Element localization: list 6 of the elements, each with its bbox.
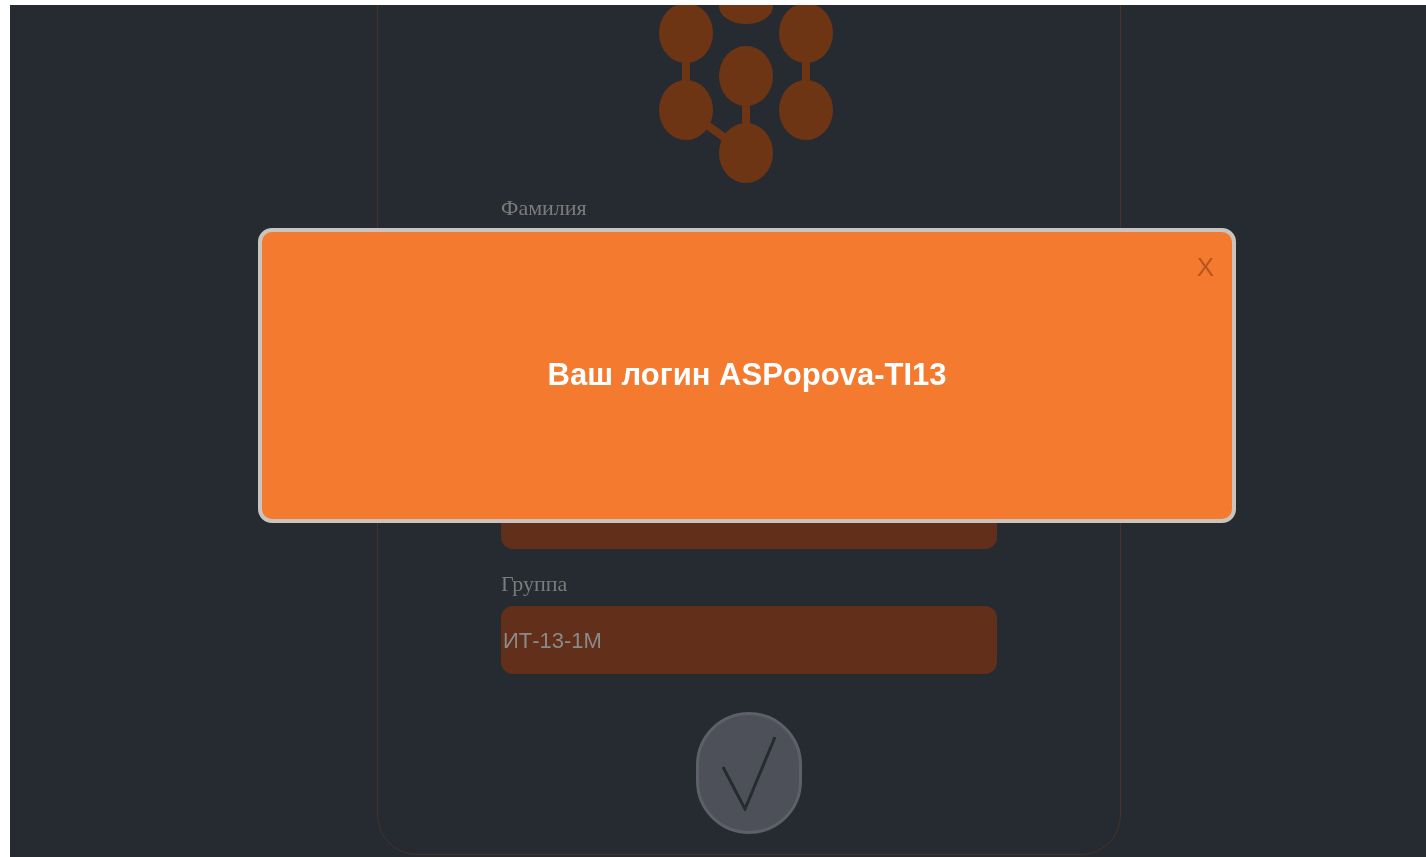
field-label: Фамилия: [501, 194, 587, 222]
field-label: Группа: [501, 570, 568, 598]
dialog-message: Ваш логин ASPopova-TI13: [547, 356, 947, 395]
checkmark-icon: [721, 735, 777, 811]
close-button[interactable]: X: [1196, 248, 1214, 287]
input-field[interactable]: ИТ-13-1М: [501, 606, 997, 674]
